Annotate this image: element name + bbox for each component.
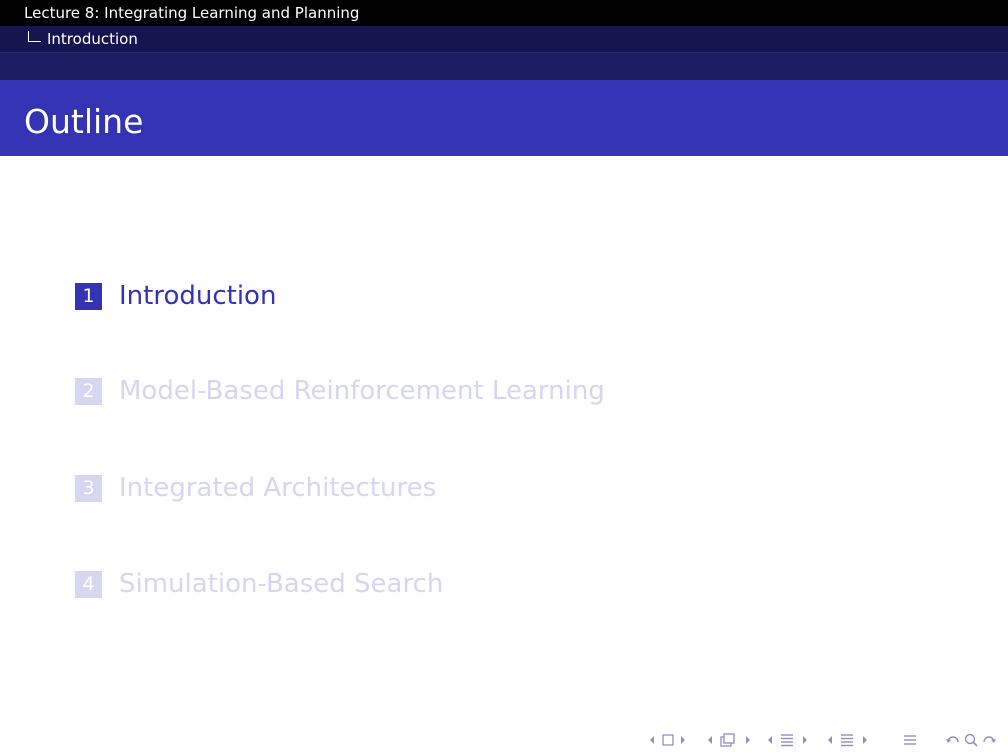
toc-number-badge: 1 <box>75 283 102 310</box>
nav-section-group <box>766 732 812 748</box>
next-arrow-icon[interactable] <box>681 736 685 744</box>
nav-subsection-group <box>706 732 754 748</box>
section-icon[interactable] <box>841 734 853 747</box>
prev-arrow-icon[interactable] <box>768 736 772 744</box>
frame-title: Outline <box>24 102 144 141</box>
nav-subsubsection-group <box>826 732 872 748</box>
section-icon[interactable] <box>781 734 793 747</box>
next-arrow-icon[interactable] <box>863 736 867 744</box>
toc-label: Simulation-Based Search <box>119 569 444 599</box>
toc-number-badge: 4 <box>75 571 102 598</box>
frame-icon[interactable] <box>662 734 674 746</box>
toc-number-badge: 2 <box>75 378 102 405</box>
next-arrow-icon[interactable] <box>746 736 750 744</box>
prev-arrow-icon[interactable] <box>708 736 712 744</box>
toc-label: Introduction <box>119 281 277 311</box>
nav-align-group <box>902 732 918 748</box>
nav-search-group <box>944 732 1000 748</box>
nav-frame-group <box>648 732 688 748</box>
prev-arrow-icon[interactable] <box>650 736 654 744</box>
section-title[interactable]: Introduction <box>47 30 138 48</box>
toc-label: Model-Based Reinforcement Learning <box>119 376 605 406</box>
header-spacer <box>0 52 1008 80</box>
prev-arrow-icon[interactable] <box>828 736 832 744</box>
slide: Lecture 8: Integrating Learning and Plan… <box>0 0 1008 756</box>
next-arrow-icon[interactable] <box>803 736 807 744</box>
search-icon[interactable] <box>964 733 978 747</box>
frame-title-bar <box>0 80 1008 156</box>
tree-branch-icon <box>28 31 41 42</box>
lecture-title[interactable]: Lecture 8: Integrating Learning and Plan… <box>24 4 359 22</box>
toc-label: Integrated Architectures <box>119 473 437 503</box>
header-divider <box>0 52 1008 53</box>
header-lecture-bar: Lecture 8: Integrating Learning and Plan… <box>0 0 1008 26</box>
header-section-bar: Introduction <box>0 26 1008 52</box>
toc-number-badge: 3 <box>75 475 102 502</box>
align-icon[interactable] <box>904 735 916 745</box>
